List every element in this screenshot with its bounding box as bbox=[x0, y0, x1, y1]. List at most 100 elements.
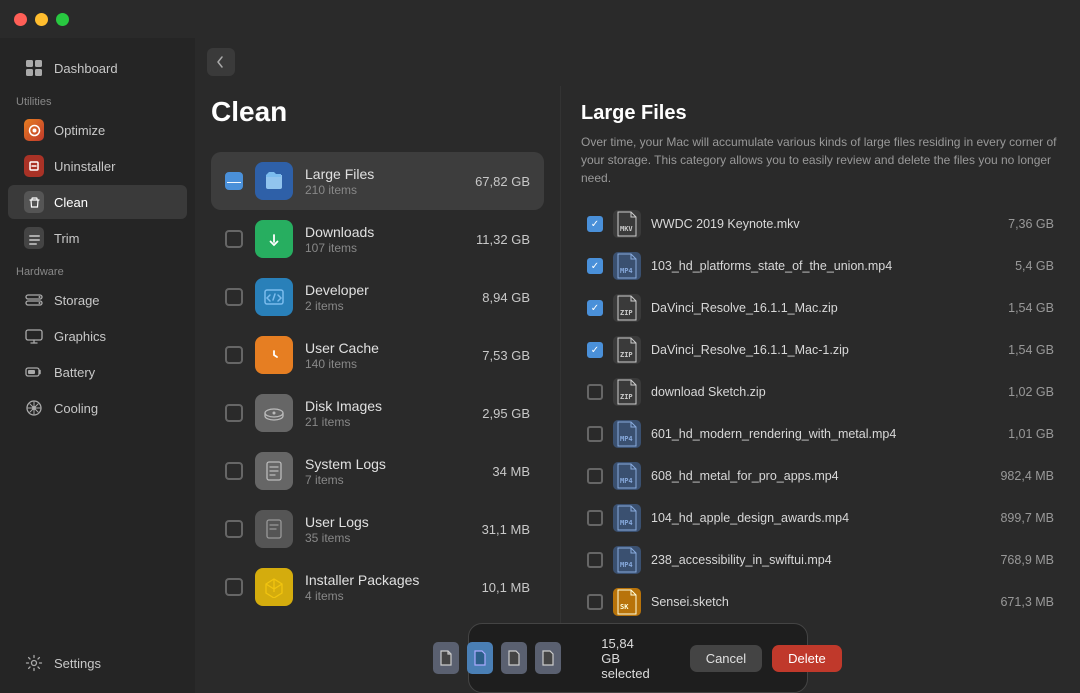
category-checkbox-disk-images[interactable] bbox=[225, 404, 243, 422]
category-checkbox-installer-packages[interactable] bbox=[225, 578, 243, 596]
category-info-system-logs: System Logs 7 items bbox=[305, 456, 480, 487]
category-item-user-logs[interactable]: User Logs 35 items 31,1 MB bbox=[211, 500, 544, 558]
svg-text:ZIP: ZIP bbox=[620, 309, 633, 317]
category-checkbox-user-cache[interactable] bbox=[225, 346, 243, 364]
sidebar-item-graphics[interactable]: Graphics bbox=[8, 319, 187, 353]
file-checkbox[interactable]: ✓ bbox=[587, 300, 603, 316]
file-checkbox[interactable] bbox=[587, 552, 603, 568]
file-item[interactable]: ✓ MP4 103_hd_platforms_state_of_the_unio… bbox=[581, 245, 1060, 287]
file-icon-4 bbox=[535, 642, 561, 674]
content-area: Clean — Large Files 210 items 67,82 GB D… bbox=[195, 38, 1080, 693]
sidebar-label-graphics: Graphics bbox=[54, 329, 106, 344]
category-size-large-files: 67,82 GB bbox=[475, 174, 530, 189]
file-item[interactable]: MP4 104_hd_apple_design_awards.mp4 899,7… bbox=[581, 497, 1060, 539]
file-checkbox[interactable] bbox=[587, 468, 603, 484]
sidebar-item-cooling[interactable]: Cooling bbox=[8, 391, 187, 425]
sidebar-item-clean[interactable]: Clean bbox=[8, 185, 187, 219]
category-checkbox-downloads[interactable] bbox=[225, 230, 243, 248]
file-type-icon: MP4 bbox=[613, 420, 641, 448]
file-type-icon: MKV bbox=[613, 210, 641, 238]
file-checkbox[interactable] bbox=[587, 510, 603, 526]
sidebar-item-settings[interactable]: Settings bbox=[8, 646, 187, 680]
storage-icon bbox=[24, 290, 44, 310]
category-sub-disk-images: 21 items bbox=[305, 415, 470, 429]
category-checkbox-system-logs[interactable] bbox=[225, 462, 243, 480]
category-checkbox-large-files[interactable]: — bbox=[225, 172, 243, 190]
category-name-downloads: Downloads bbox=[305, 224, 464, 240]
cancel-button[interactable]: Cancel bbox=[690, 645, 762, 672]
svg-text:MP4: MP4 bbox=[620, 477, 633, 485]
content-inner: Clean — Large Files 210 items 67,82 GB D… bbox=[195, 86, 1080, 623]
file-item[interactable]: ✓ ZIP DaVinci_Resolve_16.1.1_Mac.zip 1,5… bbox=[581, 287, 1060, 329]
category-icon-system-logs bbox=[255, 452, 293, 490]
file-type-icon: SK bbox=[613, 588, 641, 616]
file-checkbox[interactable]: ✓ bbox=[587, 216, 603, 232]
page-title: Clean bbox=[211, 86, 544, 146]
fullscreen-button[interactable] bbox=[56, 13, 69, 26]
category-info-developer: Developer 2 items bbox=[305, 282, 470, 313]
file-item[interactable]: MP4 601_hd_modern_rendering_with_metal.m… bbox=[581, 413, 1060, 455]
category-checkbox-user-logs[interactable] bbox=[225, 520, 243, 538]
category-item-user-cache[interactable]: User Cache 140 items 7,53 GB bbox=[211, 326, 544, 384]
sidebar-item-trim[interactable]: Trim bbox=[8, 221, 187, 255]
main-layout: Dashboard Utilities Optimize bbox=[0, 38, 1080, 693]
cooling-icon bbox=[24, 398, 44, 418]
file-checkbox[interactable]: ✓ bbox=[587, 258, 603, 274]
file-checkbox[interactable] bbox=[587, 426, 603, 442]
category-checkbox-developer[interactable] bbox=[225, 288, 243, 306]
sidebar-item-storage[interactable]: Storage bbox=[8, 283, 187, 317]
file-item[interactable]: SK Sensei.sketch 671,3 MB bbox=[581, 581, 1060, 623]
category-icon-user-cache bbox=[255, 336, 293, 374]
category-sub-installer-packages: 4 items bbox=[305, 589, 470, 603]
category-item-downloads[interactable]: Downloads 107 items 11,32 GB bbox=[211, 210, 544, 268]
category-sub-system-logs: 7 items bbox=[305, 473, 480, 487]
file-item[interactable]: ✓ MKV WWDC 2019 Keynote.mkv 7,36 GB bbox=[581, 203, 1060, 245]
sidebar-item-optimize[interactable]: Optimize bbox=[8, 113, 187, 147]
category-info-downloads: Downloads 107 items bbox=[305, 224, 464, 255]
svg-text:MP4: MP4 bbox=[620, 561, 633, 569]
category-info-disk-images: Disk Images 21 items bbox=[305, 398, 470, 429]
file-item[interactable]: MP4 608_hd_metal_for_pro_apps.mp4 982,4 … bbox=[581, 455, 1060, 497]
category-name-user-cache: User Cache bbox=[305, 340, 470, 356]
category-name-disk-images: Disk Images bbox=[305, 398, 470, 414]
sidebar-item-uninstaller[interactable]: Uninstaller bbox=[8, 149, 187, 183]
close-button[interactable] bbox=[14, 13, 27, 26]
trim-icon bbox=[24, 228, 44, 248]
file-type-icon: ZIP bbox=[613, 294, 641, 322]
file-item[interactable]: ZIP download Sketch.zip 1,02 GB bbox=[581, 371, 1060, 413]
file-type-icon: ZIP bbox=[613, 378, 641, 406]
category-size-downloads: 11,32 GB bbox=[476, 232, 530, 247]
svg-text:MKV: MKV bbox=[620, 225, 633, 233]
category-item-large-files[interactable]: — Large Files 210 items 67,82 GB bbox=[211, 152, 544, 210]
file-name: 601_hd_modern_rendering_with_metal.mp4 bbox=[651, 427, 974, 441]
category-item-disk-images[interactable]: Disk Images 21 items 2,95 GB bbox=[211, 384, 544, 442]
categories-list: — Large Files 210 items 67,82 GB Downloa… bbox=[211, 152, 544, 616]
file-checkbox[interactable] bbox=[587, 384, 603, 400]
file-checkbox[interactable] bbox=[587, 594, 603, 610]
files-list: ✓ MKV WWDC 2019 Keynote.mkv 7,36 GB ✓ MP… bbox=[581, 203, 1060, 623]
file-name: DaVinci_Resolve_16.1.1_Mac.zip bbox=[651, 301, 974, 315]
category-item-system-logs[interactable]: System Logs 7 items 34 MB bbox=[211, 442, 544, 500]
file-size: 1,01 GB bbox=[984, 427, 1054, 441]
delete-button[interactable]: Delete bbox=[772, 645, 842, 672]
file-name: 103_hd_platforms_state_of_the_union.mp4 bbox=[651, 259, 974, 273]
file-item[interactable]: ✓ ZIP DaVinci_Resolve_16.1.1_Mac-1.zip 1… bbox=[581, 329, 1060, 371]
file-name: WWDC 2019 Keynote.mkv bbox=[651, 217, 974, 231]
sidebar-toggle-button[interactable] bbox=[207, 48, 235, 76]
file-checkbox[interactable]: ✓ bbox=[587, 342, 603, 358]
category-info-user-cache: User Cache 140 items bbox=[305, 340, 470, 371]
category-icon-large-files bbox=[255, 162, 293, 200]
minimize-button[interactable] bbox=[35, 13, 48, 26]
file-item[interactable]: MP4 238_accessibility_in_swiftui.mp4 768… bbox=[581, 539, 1060, 581]
category-sub-developer: 2 items bbox=[305, 299, 470, 313]
category-info-user-logs: User Logs 35 items bbox=[305, 514, 470, 545]
sidebar-label-settings: Settings bbox=[54, 656, 101, 671]
battery-icon bbox=[24, 362, 44, 382]
category-item-installer-packages[interactable]: Installer Packages 4 items 10,1 MB bbox=[211, 558, 544, 616]
category-item-developer[interactable]: Developer 2 items 8,94 GB bbox=[211, 268, 544, 326]
categories-panel: Clean — Large Files 210 items 67,82 GB D… bbox=[195, 86, 560, 623]
sidebar-item-battery[interactable]: Battery bbox=[8, 355, 187, 389]
optimize-icon bbox=[24, 120, 44, 140]
sidebar-item-dashboard[interactable]: Dashboard bbox=[8, 51, 187, 85]
file-type-icon: MP4 bbox=[613, 462, 641, 490]
